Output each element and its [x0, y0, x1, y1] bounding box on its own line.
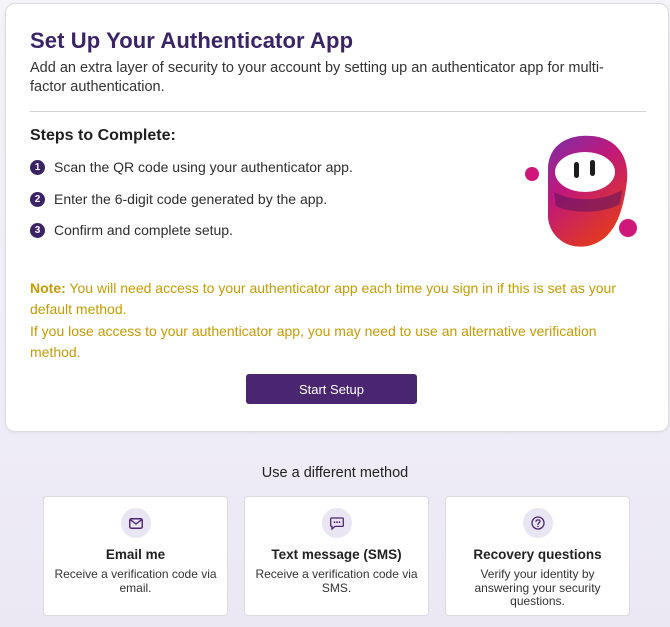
method-email-card[interactable]: Email me Receive a verification code via…	[43, 496, 228, 616]
start-setup-button[interactable]: Start Setup	[246, 374, 417, 404]
note-text-2: If you lose access to your authenticator…	[30, 323, 597, 360]
method-recovery-card[interactable]: Recovery questions Verify your identity …	[445, 496, 630, 616]
mail-icon	[120, 508, 151, 538]
method-desc: Receive a verification code via email.	[54, 567, 217, 595]
step-text: Enter the 6-digit code generated by the …	[54, 191, 328, 207]
step-number: 1	[30, 159, 45, 175]
page-title: Set Up Your Authenticator App	[30, 28, 354, 53]
step-number: 3	[30, 222, 45, 238]
message-icon	[321, 508, 352, 538]
step-item: 3 Confirm and complete setup.	[30, 222, 233, 238]
step-item: 2 Enter the 6-digit code generated by th…	[30, 191, 327, 207]
step-text: Scan the QR code using your authenticato…	[54, 159, 353, 175]
method-sms-card[interactable]: Text message (SMS) Receive a verificatio…	[244, 496, 429, 616]
step-text: Confirm and complete setup.	[54, 222, 233, 238]
method-desc: Verify your identity by answering your s…	[474, 567, 601, 608]
steps-title: Steps to Complete:	[30, 127, 176, 144]
mascot-illustration	[525, 135, 637, 247]
method-title: Recovery questions	[473, 547, 602, 562]
setup-card: Set Up Your Authenticator App Add an ext…	[5, 3, 669, 432]
method-desc: Receive a verification code via SMS.	[255, 567, 418, 595]
note-label: Note:	[30, 280, 66, 296]
alternatives-title: Use a different method	[261, 465, 409, 481]
divider	[30, 111, 646, 112]
note-text: Note: You will need access to your authe…	[30, 278, 646, 320]
note-body: You will need access to your authenticat…	[30, 280, 616, 317]
page-subtitle: Add an extra layer of security to your a…	[30, 60, 604, 95]
question-icon	[522, 508, 553, 538]
method-title: Text message (SMS)	[271, 547, 402, 562]
step-item: 1 Scan the QR code using your authentica…	[30, 159, 353, 175]
step-number: 2	[30, 191, 45, 207]
method-title: Email me	[105, 547, 166, 562]
